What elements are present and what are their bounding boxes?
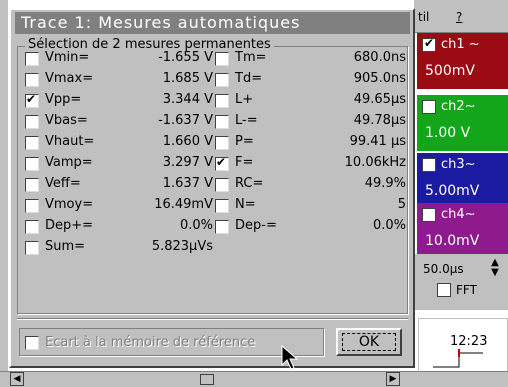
measure-checkbox[interactable] xyxy=(215,115,229,129)
measurements-dialog: Trace 1: Mesures automatiques Sélection … xyxy=(9,8,415,370)
measure-value: 16.49mV xyxy=(154,197,213,212)
measure-label: Vmin= xyxy=(45,50,90,65)
measure-value: 10.06kHz xyxy=(344,155,406,170)
measure-label: N= xyxy=(235,197,256,212)
channel-3-checkbox[interactable] xyxy=(422,158,436,172)
measure-label: Sum= xyxy=(45,239,86,254)
measure-label: P= xyxy=(235,134,254,149)
measure-label: L+ xyxy=(235,92,254,107)
channel-2-name: ch2~ xyxy=(441,99,476,114)
ok-label: OK xyxy=(342,333,396,351)
channel-3-scale: 5.00mV xyxy=(425,183,480,199)
measure-checkbox[interactable] xyxy=(25,52,39,66)
measure-checkbox[interactable] xyxy=(215,136,229,150)
menu-help[interactable]: ? xyxy=(456,10,462,24)
measure-label: Tm= xyxy=(235,50,267,65)
measure-value: 5.823µVs xyxy=(151,239,213,254)
measure-value: 1.685 V xyxy=(162,71,213,86)
measure-label: F= xyxy=(235,155,254,170)
measure-value: 3.297 V xyxy=(162,155,213,170)
clock: 12:23 xyxy=(450,334,488,349)
measure-label: Vmoy= xyxy=(45,197,94,212)
menu-util[interactable]: til xyxy=(418,10,429,24)
scrollbar-thumb[interactable] xyxy=(200,374,214,385)
measure-checkbox[interactable] xyxy=(215,52,229,66)
measure-label: Vmax= xyxy=(45,71,94,86)
measure-checkbox[interactable] xyxy=(25,220,39,234)
channel-4-name: ch4~ xyxy=(441,207,476,222)
measure-checkbox[interactable] xyxy=(215,155,229,171)
dialog-titlebar[interactable]: Trace 1: Mesures automatiques xyxy=(15,12,410,34)
measure-checkbox[interactable] xyxy=(215,220,229,234)
measure-value: 49.78µs xyxy=(353,113,406,128)
measure-label: Dep+= xyxy=(45,218,94,233)
measure-value: 49.65µs xyxy=(353,92,406,107)
measure-value: 680.0ns xyxy=(353,50,406,65)
timebase-spinner[interactable]: ▲ ▼ xyxy=(488,258,502,280)
measure-checkbox[interactable] xyxy=(25,73,39,87)
measure-checkbox[interactable] xyxy=(25,199,39,213)
measure-checkbox[interactable] xyxy=(215,199,229,213)
fft-checkbox[interactable] xyxy=(437,283,451,297)
measure-value: 3.344 V xyxy=(162,92,213,107)
channel-2-checkbox[interactable] xyxy=(422,100,436,114)
reference-checkbox[interactable] xyxy=(25,336,39,350)
measure-checkbox[interactable] xyxy=(25,136,39,150)
measure-label: Vbas= xyxy=(45,113,88,128)
channel-1-name: ch1 ~ xyxy=(441,37,480,52)
channel-1-checkbox[interactable] xyxy=(422,36,436,52)
measure-checkbox[interactable] xyxy=(25,92,39,108)
channel-3-name: ch3~ xyxy=(441,157,476,172)
ok-button[interactable]: OK xyxy=(336,328,402,356)
measure-value: 0.0% xyxy=(372,218,406,233)
measure-checkbox[interactable] xyxy=(25,241,39,255)
channel-4-checkbox[interactable] xyxy=(422,208,436,222)
measure-checkbox[interactable] xyxy=(25,115,39,129)
measure-label: RC= xyxy=(235,176,264,191)
horizontal-scrollbar[interactable] xyxy=(0,371,508,387)
measure-value: 49.9% xyxy=(364,176,406,191)
mouse-pointer-icon xyxy=(281,345,299,370)
scroll-left-icon[interactable]: ◀ xyxy=(10,372,24,386)
measure-checkbox[interactable] xyxy=(215,73,229,87)
channel-4-scale: 10.0mV xyxy=(425,233,480,249)
measure-checkbox[interactable] xyxy=(25,178,39,192)
measure-value: 0.0% xyxy=(179,218,213,233)
measure-label: Veff= xyxy=(45,176,81,191)
reference-label: Ecart à la mémoire de référence xyxy=(45,335,256,350)
measure-value: -1.655 V xyxy=(158,50,213,65)
measure-value: 1.660 V xyxy=(162,134,213,149)
timebase-value: 50.0µs xyxy=(423,262,464,276)
measure-checkbox[interactable] xyxy=(215,178,229,192)
measure-label: Dep-= xyxy=(235,218,277,233)
measure-label: Vpp= xyxy=(45,92,82,107)
scroll-right-icon[interactable]: ▶ xyxy=(386,372,400,386)
measure-value: 905.0ns xyxy=(353,71,406,86)
channel-3-panel[interactable]: ch3~ 5.00mV xyxy=(417,153,508,209)
measure-label: Vhaut= xyxy=(45,134,95,149)
measure-value: -1.637 V xyxy=(158,113,213,128)
channel-1-scale: 500mV xyxy=(425,63,475,79)
fft-label: FFT xyxy=(456,283,477,297)
channel-2-panel[interactable]: ch2~ 1.00 V xyxy=(417,95,508,151)
measure-label: L-= xyxy=(235,113,258,128)
channel-1-panel[interactable]: ch1 ~ 500mV xyxy=(417,33,508,89)
measure-label: Vamp= xyxy=(45,155,93,170)
left-panel-edge xyxy=(0,0,8,387)
measure-checkbox[interactable] xyxy=(215,94,229,108)
channel-4-panel[interactable]: ch4~ 10.0mV xyxy=(417,203,508,259)
separator xyxy=(17,318,408,320)
measure-value: 99.41 µs xyxy=(349,134,406,149)
measure-value: 5 xyxy=(397,197,406,212)
measure-checkbox[interactable] xyxy=(25,157,39,171)
dialog-title: Trace 1: Mesures automatiques xyxy=(21,13,301,32)
measure-label: Td= xyxy=(235,71,263,86)
measure-value: 1.637 V xyxy=(162,176,213,191)
channel-2-scale: 1.00 V xyxy=(425,125,471,141)
